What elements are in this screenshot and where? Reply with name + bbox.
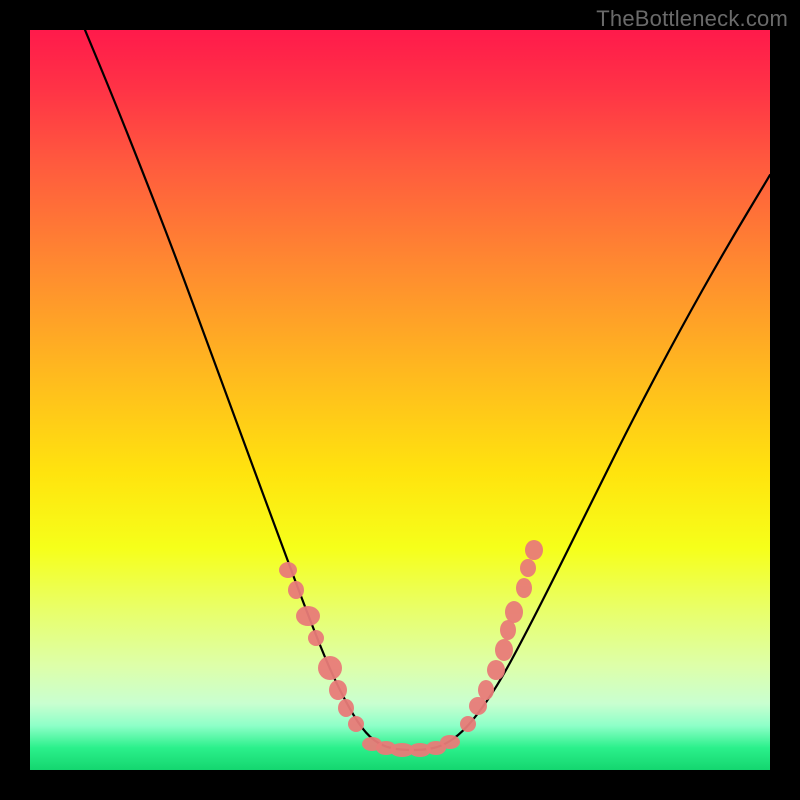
curve-layer [30,30,770,770]
data-marker [520,559,536,577]
plot-area [30,30,770,770]
data-marker [460,716,476,732]
data-marker [495,639,513,661]
data-marker [296,606,320,626]
data-marker [288,581,304,599]
data-markers-right [460,540,543,732]
data-marker [487,660,505,680]
data-marker [348,716,364,732]
data-marker [279,562,297,578]
watermark-text: TheBottleneck.com [596,6,788,32]
data-marker [500,620,516,640]
data-marker [525,540,543,560]
data-marker [516,578,532,598]
data-marker [440,735,460,749]
data-marker [329,680,347,700]
data-marker [318,656,342,680]
data-marker [505,601,523,623]
data-marker [338,699,354,717]
bottleneck-curve [85,30,770,750]
data-markers-bottom [362,735,460,757]
data-marker [308,630,324,646]
chart-frame: TheBottleneck.com [0,0,800,800]
data-marker [478,680,494,700]
